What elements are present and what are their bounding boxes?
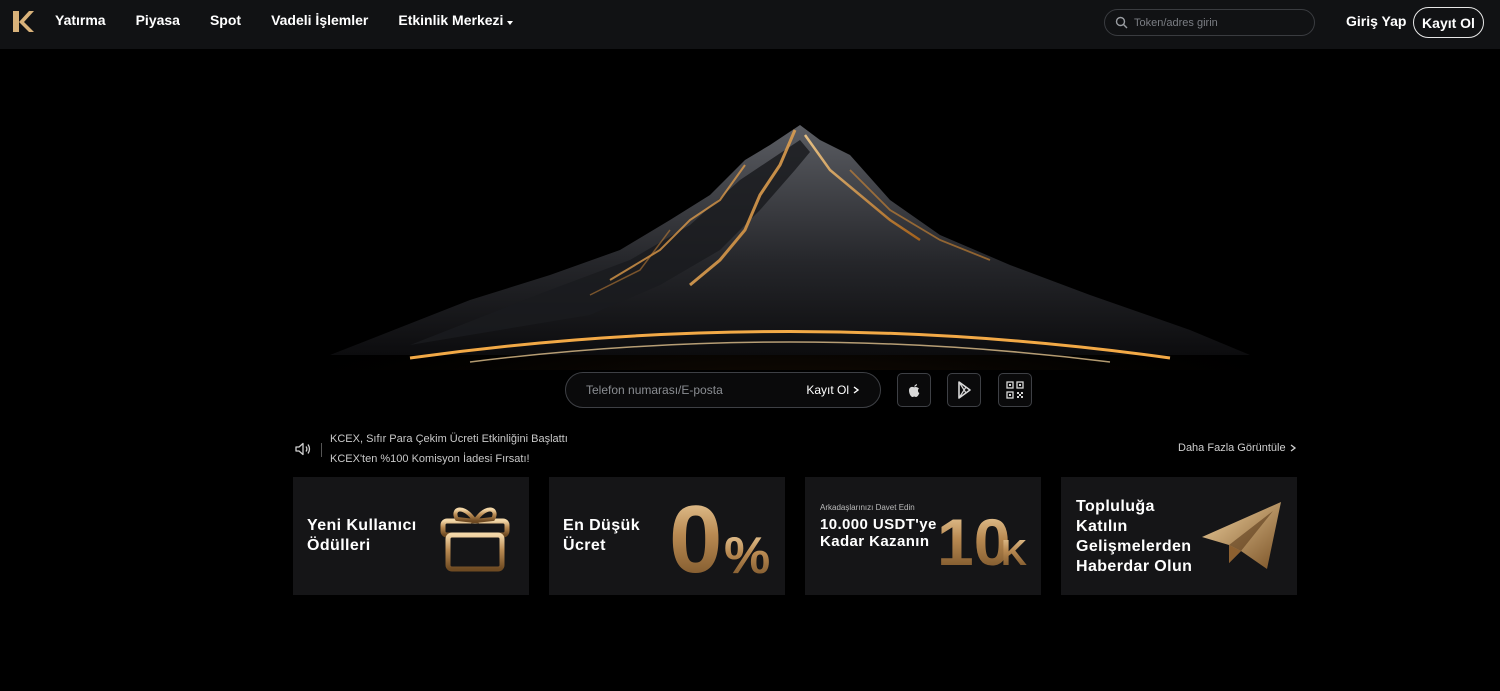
promo-card-title: En Düşük Ücret [563, 517, 640, 554]
view-more-link[interactable]: Daha Fazla Görüntüle [1178, 442, 1297, 454]
promo-card-new-user[interactable]: Yeni Kullanıcı Ödülleri [293, 477, 529, 595]
telegram-icon [1202, 502, 1281, 569]
ten-k-graphic: 10 K [937, 505, 1027, 577]
ten-graphic-text: 10 [937, 505, 1010, 577]
apple-icon [909, 384, 920, 397]
nav-market-label: Piyasa [135, 12, 180, 28]
promo-card-lowest-fee[interactable]: En Düşük Ücret 0 % [549, 477, 785, 595]
search-icon [1115, 16, 1128, 29]
announcement-item[interactable]: KCEX, Sıfır Para Çekim Ücreti Etkinliğin… [330, 433, 568, 445]
nav-spot[interactable]: Spot [210, 12, 241, 28]
hero-mountain-illustration [290, 125, 1290, 370]
nav-events[interactable]: Etkinlik Merkezi [398, 12, 514, 28]
app-store-button[interactable] [897, 373, 931, 407]
login-link[interactable]: Giriş Yap [1346, 13, 1406, 29]
promo-card-community[interactable]: Topluluğa Katılın Gelişmelerden Haberdar… [1061, 477, 1297, 595]
announcement-item[interactable]: KCEX'ten %100 Komisyon İadesi Fırsatı! [330, 453, 530, 465]
google-play-icon [958, 381, 971, 399]
google-play-button[interactable] [947, 373, 981, 407]
nav-deposit-label: Yatırma [55, 12, 106, 28]
nav-futures[interactable]: Vadeli İşlemler [271, 12, 368, 28]
register-form: Kayıt Ol [565, 372, 881, 408]
search-box[interactable] [1104, 9, 1315, 36]
chevron-right-icon [853, 386, 860, 394]
nav-events-label: Etkinlik Merkezi [398, 12, 504, 28]
phone-email-input[interactable] [586, 383, 786, 397]
top-navbar: Yatırma Piyasa Spot Vadeli İşlemler Etki… [0, 0, 1500, 49]
view-more-label: Daha Fazla Görüntüle [1178, 442, 1286, 454]
announcement-divider [321, 443, 322, 457]
caret-down-icon [507, 20, 514, 25]
nav-spot-label: Spot [209, 12, 242, 28]
zero-percent-graphic: 0 % [669, 487, 770, 587]
hero-signup-button[interactable]: Kayıt Ol [806, 383, 860, 397]
nav-market[interactable]: Piyasa [136, 12, 180, 28]
percent-graphic-text: % [724, 527, 770, 585]
promo-card-referral[interactable]: Arkadaşlarınızı Davet Edin 10.000 USDT'y… [805, 477, 1041, 595]
promo-card-subtitle: Arkadaşlarınızı Davet Edin [820, 503, 915, 512]
nav-deposit[interactable]: Yatırma [55, 12, 106, 28]
speaker-icon [295, 442, 311, 456]
qr-code-button[interactable] [998, 373, 1032, 407]
zero-graphic-text: 0 [669, 487, 722, 587]
chevron-right-icon [1290, 444, 1296, 452]
promo-card-title: 10.000 USDT'ye Kadar Kazanın [820, 516, 937, 550]
gift-icon [440, 507, 510, 572]
qr-code-icon [1006, 381, 1024, 399]
search-input[interactable] [1134, 16, 1304, 29]
k-graphic-text: K [1001, 532, 1027, 573]
signup-button[interactable]: Kayıt Ol [1413, 7, 1484, 38]
promo-card-title: Yeni Kullanıcı Ödülleri [307, 517, 417, 554]
kcex-logo[interactable] [12, 10, 34, 33]
promo-card-title: Topluluğa Katılın Gelişmelerden Haberdar… [1076, 498, 1193, 575]
nav-futures-label: Vadeli İşlemler [271, 12, 369, 28]
hero-signup-label: Kayıt Ol [806, 383, 849, 397]
main-nav: Yatırma Piyasa Spot Vadeli İşlemler Etki… [55, 12, 543, 28]
